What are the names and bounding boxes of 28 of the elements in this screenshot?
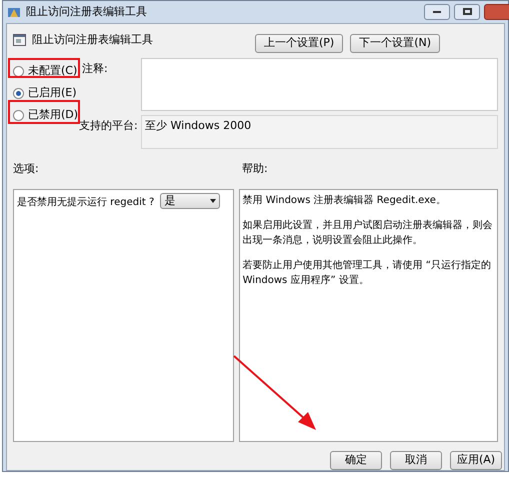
option-question: 是否禁用无提示运行 regedit ? — [17, 196, 154, 210]
comment-field[interactable] — [141, 58, 498, 110]
options-label: 选项: — [13, 160, 40, 176]
state-radio[interactable]: 已启用(E) — [13, 86, 79, 102]
maximize-button[interactable] — [454, 4, 480, 20]
dialog-button[interactable]: 取消 — [390, 451, 442, 470]
close-button[interactable] — [484, 4, 509, 20]
help-label: 帮助: — [242, 160, 268, 176]
policy-title: 阻止访问注册表编辑工具 — [32, 32, 153, 48]
platform-label: 支持的平台: — [79, 118, 139, 134]
nav-button[interactable]: 上一个设置(P) — [254, 34, 344, 52]
platform-field: 至少 Windows 2000 — [141, 114, 498, 148]
state-radio[interactable]: 已禁用(D) — [13, 108, 79, 124]
highlight-frame — [8, 58, 80, 78]
dialog-button[interactable]: 应用(A) — [450, 451, 502, 470]
help-text: 如果启用此设置，并且用户试图启动注册表编辑器，则会出现一条消息，说明设置会阻止此操作。 — [242, 218, 494, 248]
highlight-frame — [8, 100, 80, 124]
help-text: 若要防止用户使用其他管理工具，请使用 “只运行指定的 Windows 应用程序” 设置。 — [242, 258, 492, 288]
window-title: 阻止访问注册表编辑工具 — [26, 4, 147, 20]
state-radio[interactable]: 未配置(C) — [13, 64, 79, 80]
minimize-button[interactable] — [424, 4, 450, 20]
dialog-button[interactable]: 确定 — [330, 451, 382, 470]
policy-icon — [13, 34, 26, 46]
nav-button[interactable]: 下一个设置(N) — [350, 34, 440, 52]
option-dropdown[interactable]: 是 — [160, 193, 220, 209]
help-text: 禁用 Windows 注册表编辑器 Regedit.exe。 — [242, 194, 447, 208]
caret-icon — [210, 199, 216, 203]
comment-label: 注释: — [81, 60, 109, 76]
